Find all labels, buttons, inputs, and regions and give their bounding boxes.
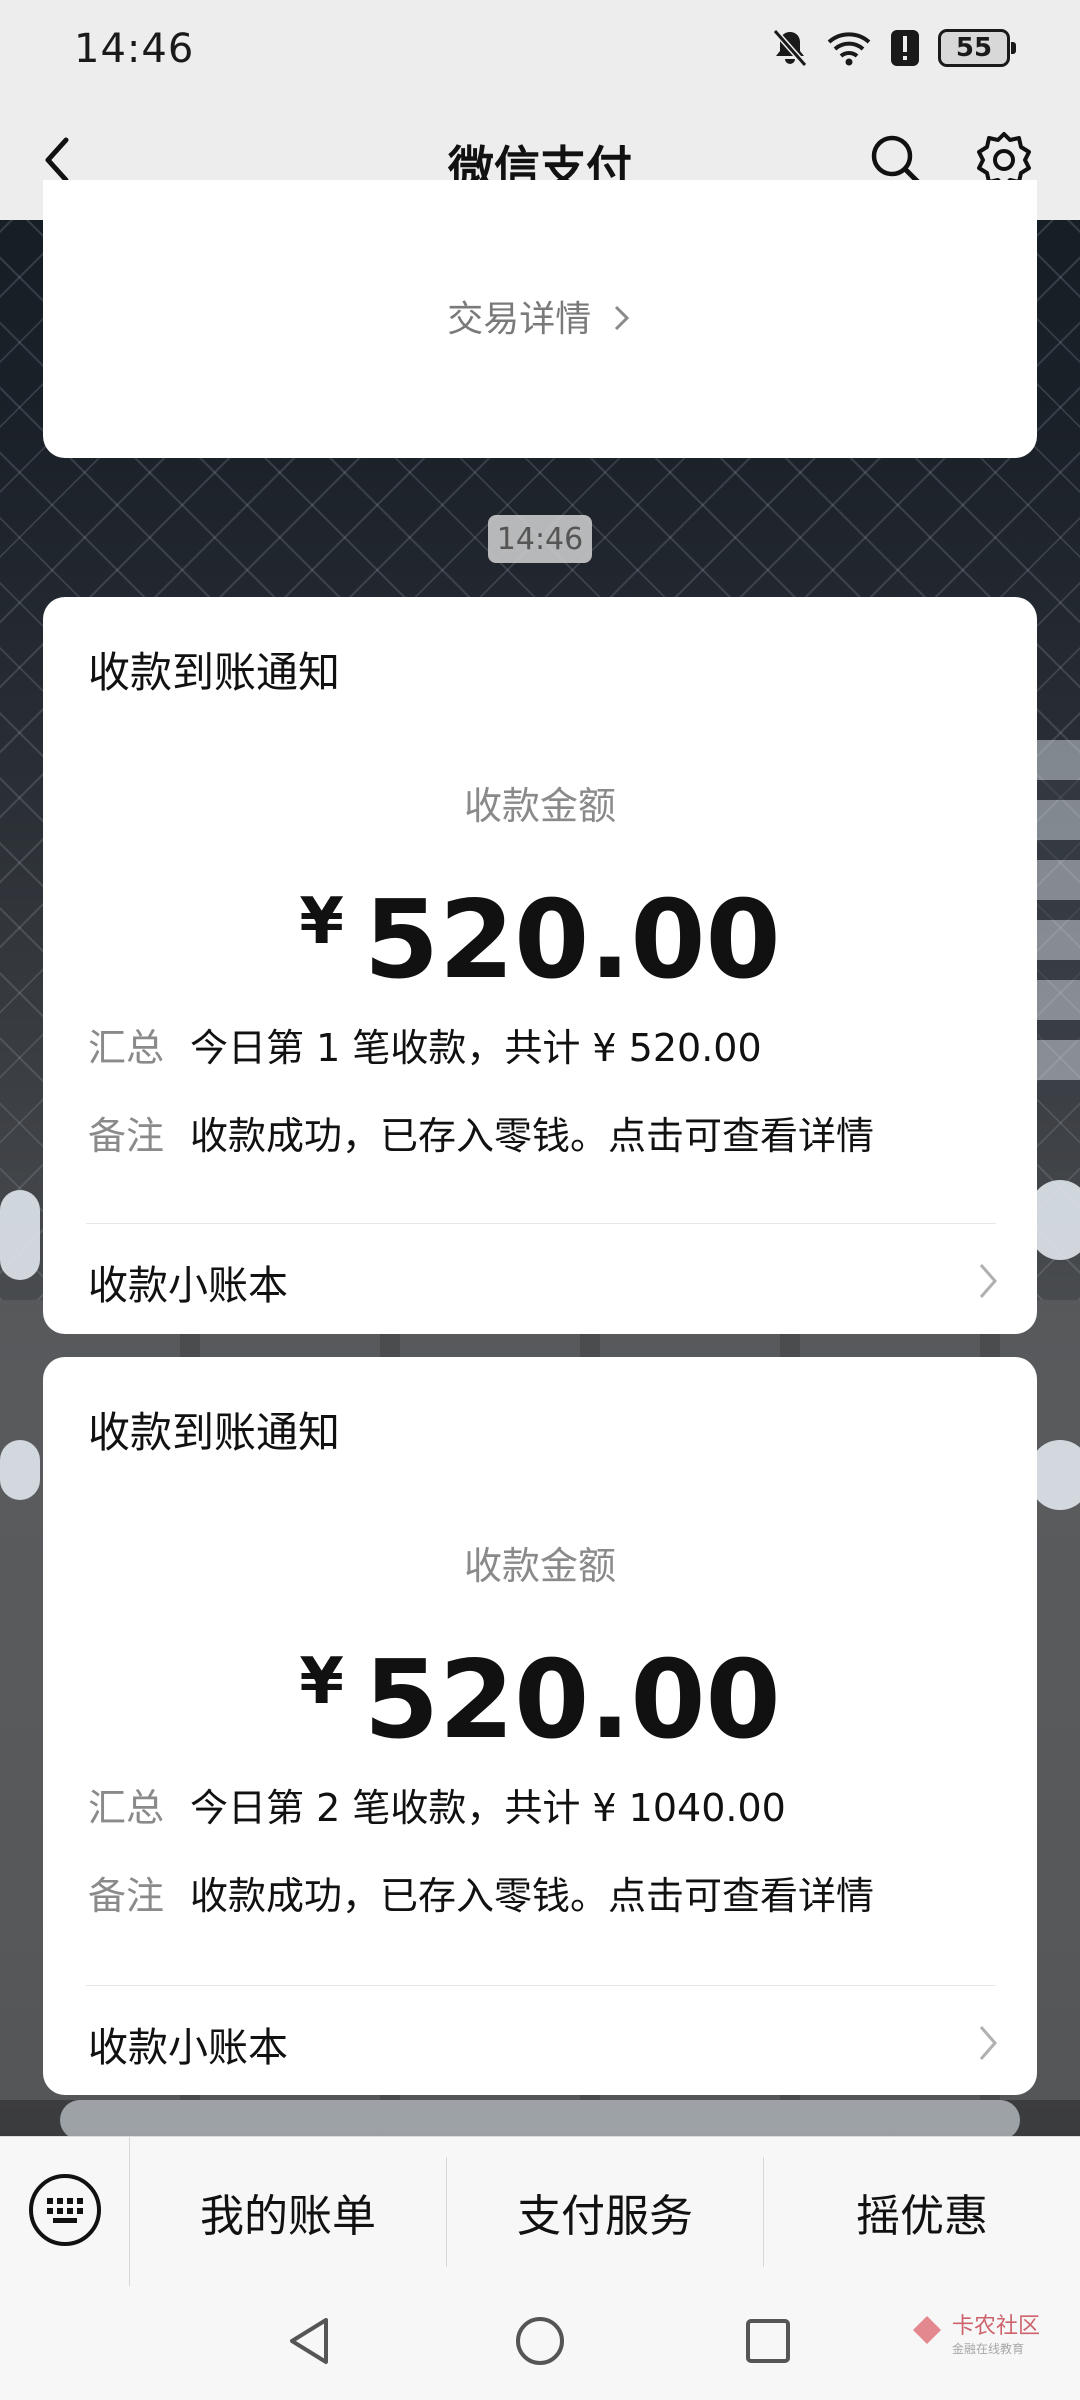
wifi-icon xyxy=(826,30,872,66)
summary-row: 汇总 今日第 2 笔收款，共计 ¥ 1040.00 xyxy=(88,1777,786,1832)
amount: ¥520.00 xyxy=(43,867,1037,996)
currency-symbol: ¥ xyxy=(299,1645,344,1719)
summary-key: 汇总 xyxy=(88,1026,165,1070)
amount-value: 520.00 xyxy=(363,878,781,1003)
watermark-logo: 卡农社区 金融在线教育 xyxy=(910,2308,1040,2357)
ledger-link[interactable]: 收款小账本 xyxy=(88,1253,288,1311)
alert-icon xyxy=(890,29,920,67)
home-circle-icon xyxy=(513,2314,567,2372)
status-time: 14:46 xyxy=(74,26,195,72)
partial-amount xyxy=(43,152,1037,206)
watermark-icon xyxy=(910,2313,944,2353)
snow-patch xyxy=(0,1190,40,1280)
back-triangle-icon xyxy=(284,2314,334,2372)
payment-notification-card[interactable]: 收款到账通知 收款金额 ¥520.00 汇总 今日第 1 笔收款，共计 ¥ 520… xyxy=(43,597,1037,1334)
summary-value: 今日第 1 笔收款，共计 ¥ 520.00 xyxy=(190,1026,762,1070)
chevron-right-icon xyxy=(603,299,633,340)
divider xyxy=(86,1985,996,1986)
remark-value: 收款成功，已存入零钱。点击可查看详情 xyxy=(190,1114,875,1158)
currency-symbol: ¥ xyxy=(299,885,344,959)
watermark-text-block: 卡农社区 金融在线教育 xyxy=(952,2308,1040,2357)
ledger-label: 收款小账本 xyxy=(88,1263,288,1309)
summary-value: 今日第 2 笔收款，共计 ¥ 1040.00 xyxy=(190,1786,786,1830)
bottom-menu: 我的账单 支付服务 摇优惠 xyxy=(0,2136,1080,2287)
remark-key: 备注 xyxy=(88,1114,165,1158)
snow-patch xyxy=(1030,1440,1080,1510)
menu-my-bills[interactable]: 我的账单 xyxy=(130,2157,447,2267)
amount-label: 收款金额 xyxy=(463,1544,616,1588)
battery-level: 55 xyxy=(955,33,993,63)
snow-patch xyxy=(60,2100,1020,2140)
keyboard-toggle-button[interactable] xyxy=(0,2137,130,2287)
status-icons: 55 xyxy=(772,28,1016,68)
amount-value: 520.00 xyxy=(363,1638,781,1763)
menu-shake-offers[interactable]: 摇优惠 xyxy=(764,2157,1080,2267)
transaction-detail-label: 交易详情 xyxy=(447,299,592,340)
summary-row: 汇总 今日第 1 笔收款，共计 ¥ 520.00 xyxy=(88,1017,762,1072)
keyboard-icon xyxy=(27,2172,103,2252)
chevron-right-icon xyxy=(977,1261,999,1305)
chevron-right-icon xyxy=(977,2023,999,2067)
system-back-button[interactable] xyxy=(274,2308,344,2378)
remark-row: 备注 收款成功，已存入零钱。点击可查看详情 xyxy=(88,1105,874,1160)
ledger-label: 收款小账本 xyxy=(88,2025,288,2071)
watermark-subtext: 金融在线教育 xyxy=(951,2342,1024,2356)
previous-payment-card[interactable]: 交易详情 xyxy=(43,180,1037,458)
message-timestamp: 14:46 xyxy=(488,515,592,563)
transaction-detail-link[interactable]: 交易详情 xyxy=(43,290,1037,342)
remark-key: 备注 xyxy=(88,1874,165,1918)
divider xyxy=(86,1223,996,1224)
snow-patch xyxy=(0,1440,40,1500)
amount: ¥520.00 xyxy=(43,1627,1037,1756)
system-recents-button[interactable] xyxy=(733,2308,803,2378)
remark-value: 收款成功，已存入零钱。点击可查看详情 xyxy=(190,1874,875,1918)
summary-key: 汇总 xyxy=(88,1786,165,1830)
snow-patch xyxy=(1030,1180,1080,1260)
system-home-button[interactable] xyxy=(505,2308,575,2378)
bell-off-icon xyxy=(772,28,808,68)
card-title: 收款到账通知 xyxy=(88,1408,341,1457)
amount-label: 收款金额 xyxy=(463,784,616,828)
remark-row: 备注 收款成功，已存入零钱。点击可查看详情 xyxy=(88,1865,874,1920)
status-bar: 14:46 55 xyxy=(0,0,1080,104)
battery-icon: 55 xyxy=(938,29,1016,67)
menu-payment-services[interactable]: 支付服务 xyxy=(447,2157,764,2267)
recents-square-icon xyxy=(743,2316,793,2370)
watermark-text: 卡农社区 xyxy=(951,2314,1040,2339)
payment-notification-card[interactable]: 收款到账通知 收款金额 ¥520.00 汇总 今日第 2 笔收款，共计 ¥ 104… xyxy=(43,1357,1037,2095)
card-title: 收款到账通知 xyxy=(88,648,341,697)
ledger-link[interactable]: 收款小账本 xyxy=(88,2015,288,2073)
